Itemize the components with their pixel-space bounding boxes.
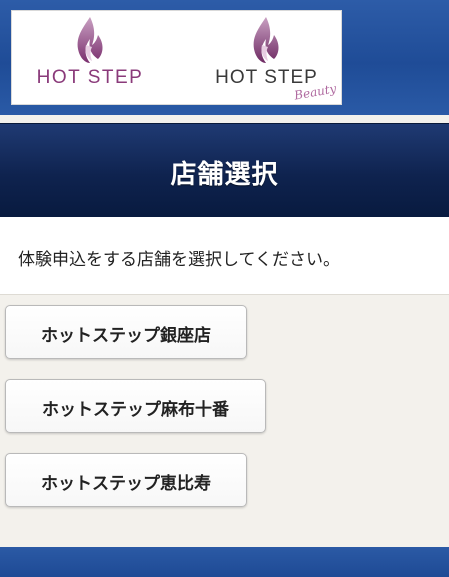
store-button-azabu-juban[interactable]: ホットステップ麻布十番 [5,379,266,433]
header-band: HOT STEP HOT STEP Beauty [0,0,449,115]
footer-band [0,547,449,577]
brand-name-text: HOT STEP [36,67,144,88]
instruction-text: 体験申込をする店舗を選択してください。 [18,250,340,270]
store-button-label: ホットステップ恵比寿 [41,474,211,494]
store-button-ebisu[interactable]: ホットステップ恵比寿 [5,453,247,507]
instruction-panel: 体験申込をする店舗を選択してください。 [0,217,449,295]
page-title-bar: 店舗選択 [0,123,449,217]
hotstep-logo[interactable]: HOT STEP [20,11,160,106]
flame-logo-icon [253,17,279,63]
hotstep-beauty-logo[interactable]: HOT STEP Beauty [194,11,339,106]
store-button-ginza[interactable]: ホットステップ銀座店 [5,305,247,359]
page-title: 店舗選択 [170,160,279,190]
store-button-label: ホットステップ麻布十番 [42,400,229,420]
flame-logo-icon [77,17,103,63]
brand-logo-panel[interactable]: HOT STEP HOT STEP Beauty [11,10,342,105]
store-button-label: ホットステップ銀座店 [41,326,211,346]
